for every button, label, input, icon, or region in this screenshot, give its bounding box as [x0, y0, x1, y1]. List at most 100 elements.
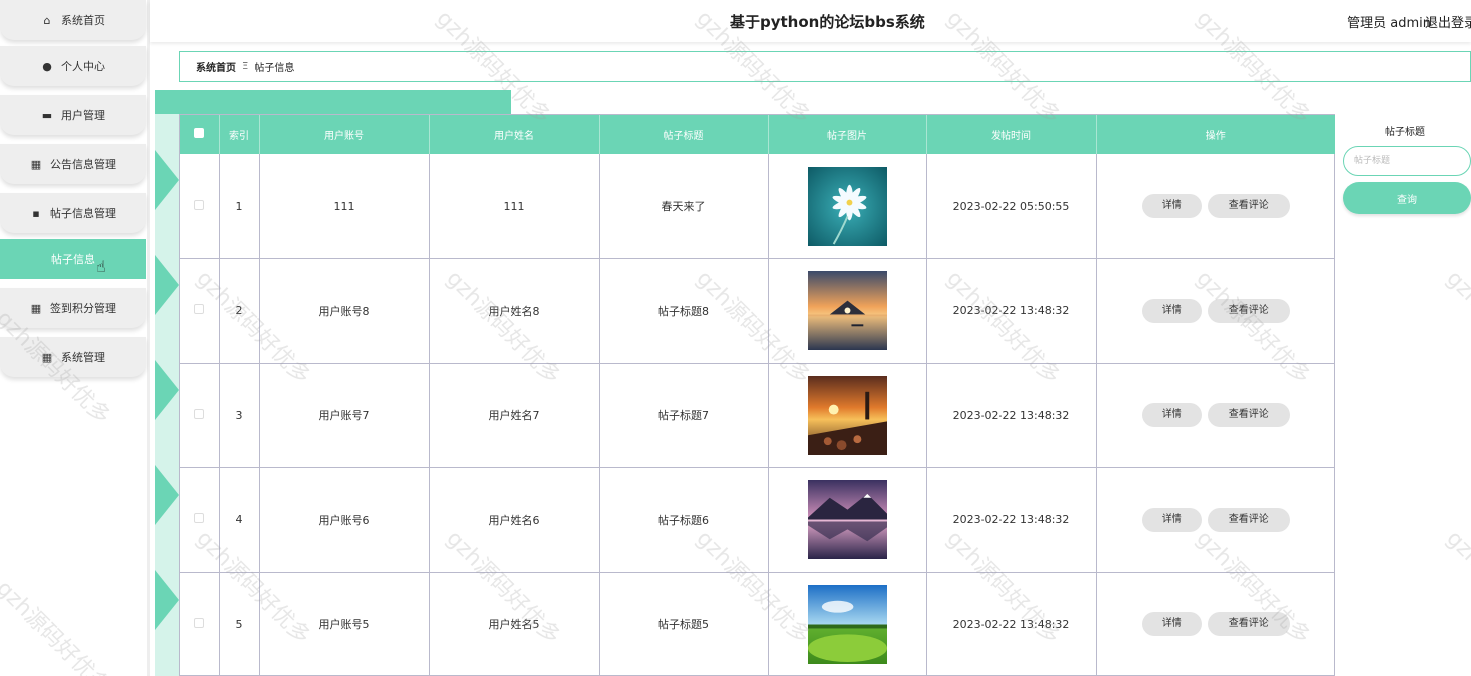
search-label: 帖子标题	[1385, 127, 1425, 138]
view-comments-button[interactable]: 查看评论	[1207, 194, 1290, 218]
sidebar-item[interactable]: ● 个人中心	[0, 46, 146, 86]
account-cell: 用户账号7	[259, 363, 430, 468]
sidebar-item-label: 系统首页	[61, 14, 105, 27]
actions-cell: 详情 查看评论	[1096, 467, 1335, 573]
sidebar-item[interactable]: ▦ 签到积分管理	[0, 288, 146, 328]
column-header: 操作	[1205, 131, 1226, 142]
index-cell: 1	[219, 154, 260, 259]
decorative-triangle	[155, 255, 179, 315]
sidebar-item-label: 帖子信息管理	[50, 207, 116, 220]
detail-button[interactable]: 详情	[1141, 194, 1202, 218]
title-cell: 帖子标题5	[599, 572, 769, 676]
user-icon: ●	[42, 59, 52, 73]
post-image-cell	[768, 572, 927, 676]
column-header: 帖子图片	[768, 115, 927, 154]
index-cell: 4	[219, 467, 260, 573]
index-cell: 5	[219, 572, 260, 676]
breadcrumb: 系统首页 Ξ 帖子信息	[179, 51, 1471, 82]
decorative-triangle	[155, 360, 179, 420]
sidebar-item[interactable]: 帖子信息	[0, 239, 146, 279]
title-cell: 帖子标题7	[599, 363, 769, 468]
logout-link[interactable]: 退出登录	[1425, 12, 1471, 31]
actions-cell: 详情 查看评论	[1096, 363, 1335, 468]
watermark-text: gzh源码好优多	[1441, 526, 1471, 650]
detail-button[interactable]: 详情	[1141, 298, 1202, 323]
sidebar-item-label: 帖子信息	[51, 253, 95, 266]
breadcrumb-separator: Ξ	[242, 61, 249, 72]
account-cell: 111	[259, 154, 430, 259]
post-image-cell	[768, 154, 927, 259]
breadcrumb-current: 帖子信息	[254, 63, 295, 74]
watermark-text: gzh源码好优多	[1441, 266, 1471, 390]
sidebar: ⌂ 系统首页 ● 个人中心 ▬ 用户管理 ▦ 公告信息管理 ▪ 帖子信息管理 帖子信息 ▦ 签到积分管理…	[0, 0, 150, 676]
sidebar-item-label: 签到积分管理	[50, 302, 116, 315]
row-checkbox[interactable]	[180, 363, 220, 468]
index-cell: 2	[219, 258, 260, 364]
post-image-cell	[768, 258, 927, 364]
post-thumbnail[interactable]	[807, 166, 887, 246]
decorative-triangle	[155, 150, 179, 210]
folder-icon: ▪	[32, 206, 40, 220]
post-thumbnail[interactable]	[807, 480, 887, 560]
current-user: 管理员 admin	[1347, 16, 1431, 31]
search-button[interactable]: 查询	[1343, 182, 1471, 214]
name-cell: 用户姓名8	[429, 258, 600, 364]
title-cell: 帖子标题6	[599, 467, 769, 573]
row-checkbox[interactable]	[180, 258, 220, 364]
actions-cell: 详情 查看评论	[1096, 154, 1335, 259]
sidebar-item[interactable]: ▦ 系统管理	[0, 337, 146, 377]
view-comments-button[interactable]: 查看评论	[1207, 612, 1290, 637]
time-cell: 2023-02-22 05:50:55	[926, 154, 1097, 259]
view-comments-button[interactable]: 查看评论	[1207, 403, 1290, 428]
post-thumbnail[interactable]	[807, 584, 887, 664]
row-checkbox[interactable]	[180, 572, 220, 676]
name-cell: 用户姓名6	[429, 467, 600, 573]
name-cell: 用户姓名7	[429, 363, 600, 468]
name-cell: 用户姓名5	[429, 572, 600, 676]
detail-button[interactable]: 详情	[1141, 507, 1202, 532]
account-cell: 用户账号6	[259, 467, 430, 573]
sidebar-item[interactable]: ▪ 帖子信息管理	[0, 193, 146, 233]
title-cell: 帖子标题8	[599, 258, 769, 364]
post-title-search-input[interactable]	[1343, 146, 1471, 176]
breadcrumb-home[interactable]: 系统首页	[196, 59, 236, 74]
row-checkbox[interactable]	[180, 467, 220, 573]
actions-cell: 详情 查看评论	[1096, 572, 1335, 676]
post-image-cell	[768, 467, 927, 573]
column-header: 用户姓名	[429, 115, 600, 154]
table-row: 5 用户账号5 用户姓名5 帖子标题5 2023-02-22 13:48:32 详情 查看评…	[180, 572, 1335, 676]
account-cell: 用户账号8	[259, 258, 430, 364]
sidebar-item[interactable]: ⌂ 系统首页	[0, 0, 146, 40]
column-header: 用户账号	[259, 115, 430, 154]
table-row: 1 111 111 春天来了 2023-02-22 05:50:55 详情 查看评论	[180, 154, 1335, 259]
post-table-container: 索引 用户账号 用户姓名 帖子标题 帖子图片 发帖时间 操作 1 111 111 春天…	[179, 114, 1335, 676]
row-checkbox[interactable]	[180, 154, 220, 259]
grid-icon: ▦	[30, 157, 42, 171]
post-thumbnail[interactable]	[807, 271, 887, 351]
actions-cell: 详情 查看评论	[1096, 258, 1335, 364]
title-cell: 春天来了	[599, 154, 769, 259]
view-comments-button[interactable]: 查看评论	[1207, 298, 1290, 323]
home-icon: ⌂	[43, 13, 51, 27]
detail-button[interactable]: 详情	[1141, 612, 1202, 637]
decorative-triangle	[155, 465, 179, 525]
sidebar-item[interactable]: ▦ 公告信息管理	[0, 144, 146, 184]
sidebar-item-label: 系统管理	[61, 351, 105, 364]
top-header: 基于python的论坛bbs系统 管理员 admin 退出登录	[150, 0, 1471, 42]
column-header: 索引	[219, 115, 260, 154]
post-table: 索引 用户账号 用户姓名 帖子标题 帖子图片 发帖时间 操作 1 111 111 春天…	[180, 115, 1335, 676]
time-cell: 2023-02-22 13:48:32	[926, 467, 1097, 573]
detail-button[interactable]: 详情	[1141, 403, 1202, 428]
select-all-checkbox[interactable]	[180, 115, 220, 154]
sidebar-item-label: 用户管理	[61, 109, 105, 122]
view-comments-button[interactable]: 查看评论	[1207, 507, 1290, 532]
grid-icon: ▦	[30, 301, 42, 315]
column-header: 发帖时间	[926, 115, 1097, 154]
chat-icon: ▬	[41, 108, 53, 122]
post-thumbnail[interactable]	[807, 375, 887, 455]
sidebar-item-label: 公告信息管理	[50, 158, 116, 171]
sidebar-item[interactable]: ▬ 用户管理	[0, 95, 146, 135]
index-cell: 3	[219, 363, 260, 468]
column-header: 帖子标题	[599, 115, 769, 154]
page-title: 基于python的论坛bbs系统	[730, 13, 925, 31]
